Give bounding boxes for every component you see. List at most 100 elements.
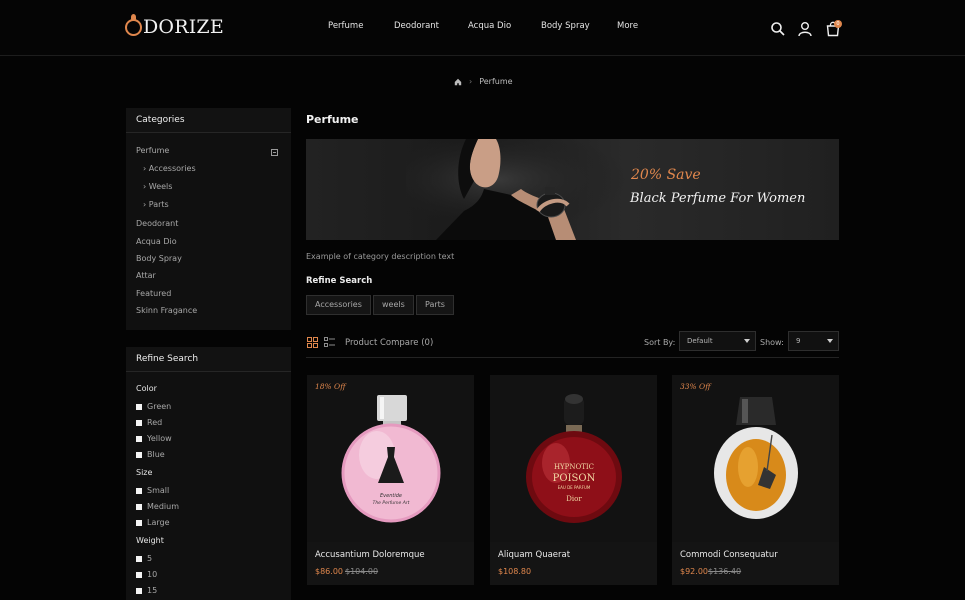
category-body-spray[interactable]: Body Spray — [136, 254, 182, 263]
filter-option-label: Red — [147, 418, 163, 427]
bottle-label-line2: The Perfume Art — [373, 500, 410, 506]
checkbox[interactable] — [136, 419, 142, 426]
filter-group-size: Size — [136, 468, 153, 477]
chevron-down-icon — [744, 339, 750, 343]
refine-tag-accessories[interactable]: Accessories — [306, 295, 371, 315]
nav-item-deodorant[interactable]: Deodorant — [394, 21, 439, 31]
checkbox[interactable] — [136, 587, 142, 594]
sort-select[interactable]: Default — [679, 331, 756, 351]
category-acqua-dio[interactable]: Acqua Dio — [136, 237, 177, 246]
checkbox[interactable] — [136, 403, 142, 410]
category-attar[interactable]: Attar — [136, 271, 156, 280]
filter-option-small[interactable]: Small — [136, 486, 169, 495]
product-name[interactable]: Accusantium Doloremque — [315, 550, 425, 560]
filter-option-15[interactable]: 15 — [136, 586, 157, 595]
page-title: Perfume — [306, 113, 359, 126]
filter-option-label: Large — [147, 518, 170, 527]
category-skinn-fragance[interactable]: Skinn Fragance — [136, 306, 197, 315]
bottle-label-line1: Eventide — [380, 493, 402, 499]
filter-option-label: 10 — [147, 570, 158, 579]
filter-option-red[interactable]: Red — [136, 418, 162, 427]
filter-option-label: 15 — [147, 586, 158, 595]
product-card[interactable]: Eventide The Perfume Art 18% Off Accusan… — [307, 375, 474, 585]
checkbox[interactable] — [136, 435, 142, 442]
product-name[interactable]: Aliquam Quaerat — [498, 550, 570, 560]
discount-badge: 18% Off — [315, 382, 346, 391]
product-card[interactable]: 33% Off Commodi Consequatur $92.00 $136.… — [672, 375, 839, 585]
bottle-label-hypnotic: HYPNOTIC — [554, 463, 594, 471]
filter-option-large[interactable]: Large — [136, 518, 170, 527]
show-select[interactable]: 9 — [788, 331, 839, 351]
subcategory-accessories[interactable]: › Accessories — [143, 164, 196, 173]
checkbox[interactable] — [136, 555, 142, 562]
filter-option-label: Yellow — [147, 434, 172, 443]
checkbox[interactable] — [136, 487, 142, 494]
category-description: Example of category description text — [306, 252, 455, 261]
refine-search-panel: Refine Search Color Green Red Yellow Blu… — [126, 347, 291, 600]
search-icon[interactable] — [770, 21, 786, 37]
grid-view-icon[interactable] — [307, 337, 318, 348]
breadcrumb: › Perfume — [454, 77, 513, 86]
product-card[interactable]: HYPNOTIC POISON EAU DE PARFUM Dior Aliqu… — [490, 375, 657, 585]
filter-group-weight: Weight — [136, 536, 164, 545]
product-image[interactable]: Eventide The Perfume Art — [307, 375, 474, 542]
refine-tag-weels[interactable]: weels — [373, 295, 414, 315]
nav-item-more[interactable]: More — [617, 21, 638, 31]
product-name[interactable]: Commodi Consequatur — [680, 550, 778, 560]
product-image[interactable]: HYPNOTIC POISON EAU DE PARFUM Dior — [490, 375, 657, 542]
filter-option-blue[interactable]: Blue — [136, 450, 165, 459]
bottle-label-poison: POISON — [553, 473, 596, 484]
bottle-label-brand: Dior — [566, 495, 582, 503]
category-perfume[interactable]: Perfume — [136, 146, 169, 155]
product-compare-link[interactable]: Product Compare (0) — [345, 338, 433, 348]
user-icon[interactable] — [797, 21, 813, 37]
product-price: $108.80 — [498, 567, 532, 576]
nav-item-body-spray[interactable]: Body Spray — [541, 21, 590, 31]
category-banner[interactable]: 20% Save Black Perfume For Women — [306, 139, 839, 240]
logo-mark — [125, 13, 142, 36]
bottle-label-sub: EAU DE PARFUM — [558, 485, 591, 490]
product-old-price: $136.40 — [708, 567, 742, 576]
categories-title: Categories — [126, 108, 291, 133]
refine-search-heading: Refine Search — [306, 276, 373, 286]
checkbox[interactable] — [136, 571, 142, 578]
checkbox[interactable] — [136, 451, 142, 458]
logo[interactable]: DORIZE — [125, 12, 224, 42]
nav-item-acqua-dio[interactable]: Acqua Dio — [468, 21, 511, 31]
filter-option-green[interactable]: Green — [136, 402, 171, 411]
sort-select-value: Default — [687, 337, 713, 345]
breadcrumb-current[interactable]: Perfume — [479, 77, 512, 86]
category-deodorant[interactable]: Deodorant — [136, 219, 178, 228]
checkbox[interactable] — [136, 519, 142, 526]
collapse-icon[interactable] — [271, 149, 278, 156]
banner-save-text: 20% Save — [631, 167, 701, 183]
subcategory-label: Accessories — [148, 164, 196, 173]
filter-option-medium[interactable]: Medium — [136, 502, 179, 511]
filter-option-5[interactable]: 5 — [136, 554, 152, 563]
home-icon[interactable] — [454, 78, 462, 86]
amber-perfume-bottle-image — [714, 397, 798, 519]
filter-option-label: Green — [147, 402, 172, 411]
sort-by-label: Sort By: — [644, 338, 676, 347]
nav-item-perfume[interactable]: Perfume — [328, 21, 363, 31]
show-label: Show: — [760, 338, 784, 347]
breadcrumb-separator: › — [469, 77, 473, 86]
subcategory-label: Weels — [148, 182, 173, 191]
category-featured[interactable]: Featured — [136, 289, 171, 298]
filter-option-label: 5 — [147, 554, 153, 563]
subcategory-parts[interactable]: › Parts — [143, 200, 169, 209]
refine-search-title: Refine Search — [126, 347, 291, 372]
list-view-icon[interactable] — [324, 337, 335, 348]
refine-tag-parts[interactable]: Parts — [416, 295, 454, 315]
filter-option-label: Small — [147, 486, 170, 495]
filter-option-10[interactable]: 10 — [136, 570, 157, 579]
product-price: $92.00 — [680, 567, 708, 576]
chevron-down-icon — [827, 339, 833, 343]
filter-option-yellow[interactable]: Yellow — [136, 434, 172, 443]
filter-option-label: Medium — [147, 502, 179, 511]
pink-perfume-bottle-image: Eventide The Perfume Art — [341, 395, 441, 523]
checkbox[interactable] — [136, 503, 142, 510]
subcategory-weels[interactable]: › Weels — [143, 182, 172, 191]
site-header: DORIZE Perfume Deodorant Acqua Dio Body … — [0, 0, 965, 56]
product-image[interactable] — [672, 375, 839, 542]
